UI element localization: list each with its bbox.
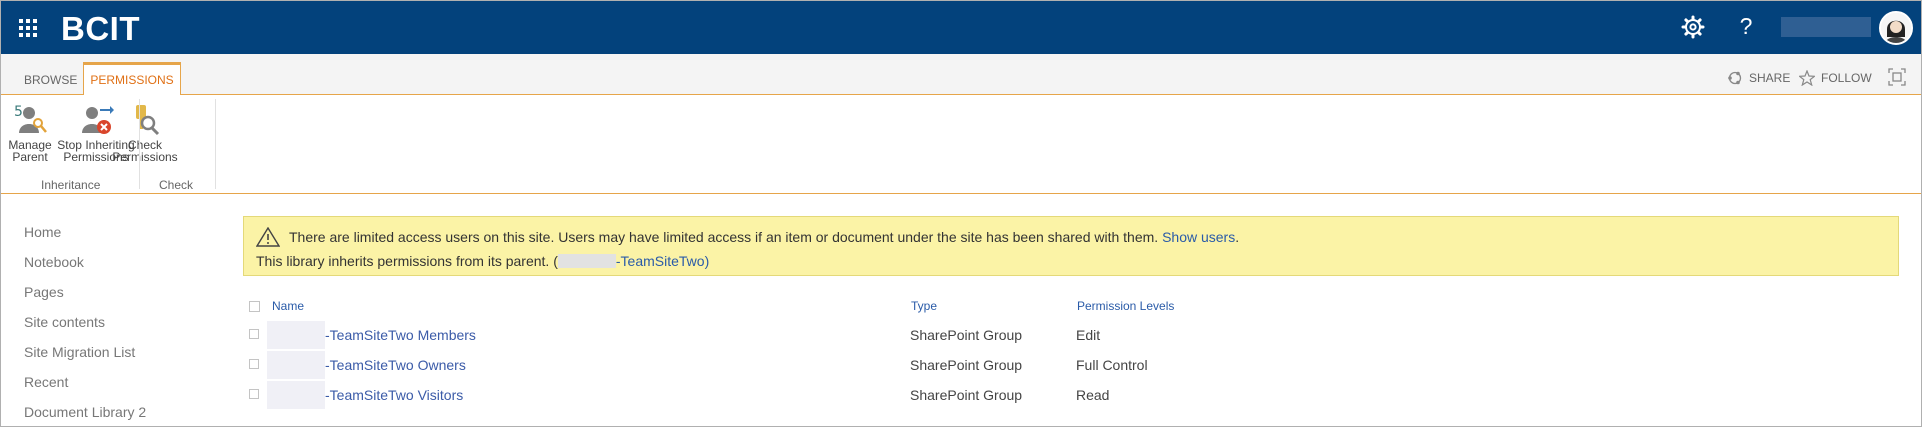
avatar[interactable] bbox=[1879, 11, 1913, 45]
group-name-link[interactable]: -TeamSiteTwo Members bbox=[325, 327, 476, 343]
nav-item-site-contents[interactable]: Site contents bbox=[24, 313, 146, 343]
share-button[interactable]: SHARE bbox=[1727, 70, 1790, 86]
inherit-text: This library inherits permissions from i… bbox=[256, 253, 558, 269]
redacted-name-prefix bbox=[267, 321, 325, 349]
left-navigation: Home Notebook Pages Site contents Site M… bbox=[24, 223, 146, 427]
table-row[interactable]: -TeamSiteTwo Owners SharePoint Group Ful… bbox=[249, 351, 1549, 381]
check-permissions-label-2: Permissions bbox=[112, 150, 178, 164]
limited-access-banner: There are limited access users on this s… bbox=[243, 216, 1899, 276]
inherit-message: This library inherits permissions from i… bbox=[256, 253, 709, 269]
row-checkbox[interactable] bbox=[249, 389, 259, 399]
manage-parent-button[interactable]: 5 Manage Parent bbox=[5, 103, 55, 163]
ribbon-group-separator bbox=[139, 99, 140, 189]
banner-period: . bbox=[1235, 229, 1240, 245]
column-header-permission-levels[interactable]: Permission Levels bbox=[1077, 299, 1174, 313]
nav-item-pages[interactable]: Pages bbox=[24, 283, 146, 313]
permission-level: Edit bbox=[1076, 327, 1101, 343]
banner-message: There are limited access users on this s… bbox=[289, 229, 1239, 245]
redacted-name-prefix bbox=[267, 351, 325, 379]
column-header-name[interactable]: Name bbox=[272, 299, 304, 313]
group-name-link[interactable]: -TeamSiteTwo Owners bbox=[325, 357, 466, 373]
manage-parent-label-2: Parent bbox=[12, 150, 48, 164]
share-icon bbox=[1728, 71, 1742, 85]
table-row[interactable]: -TeamSiteTwo Members SharePoint Group Ed… bbox=[249, 321, 1549, 351]
star-icon bbox=[1799, 70, 1815, 86]
nav-item-recent[interactable]: Recent bbox=[24, 373, 146, 403]
focus-on-content-icon[interactable] bbox=[1888, 68, 1906, 86]
check-permissions-button[interactable]: Check Permissions bbox=[111, 103, 179, 163]
stop-inheriting-icon bbox=[78, 103, 114, 137]
group-label-check: Check bbox=[159, 178, 194, 192]
waffle-icon[interactable] bbox=[19, 19, 37, 37]
nav-item-site-migration-list[interactable]: Site Migration List bbox=[24, 343, 146, 373]
group-type: SharePoint Group bbox=[910, 327, 1023, 343]
row-checkbox[interactable] bbox=[249, 359, 259, 369]
parent-site-link[interactable]: -TeamSiteTwo) bbox=[616, 253, 709, 269]
follow-label: FOLLOW bbox=[1821, 71, 1872, 85]
ribbon-group-separator bbox=[215, 99, 216, 189]
redacted-parent-prefix bbox=[557, 254, 616, 268]
show-users-link[interactable]: Show users bbox=[1162, 229, 1235, 245]
nav-item-document-library-2[interactable]: Document Library 2 bbox=[24, 403, 146, 427]
user-name-redacted[interactable] bbox=[1781, 17, 1871, 37]
check-permissions-icon bbox=[127, 103, 163, 137]
help-icon[interactable]: ? bbox=[1735, 13, 1757, 40]
group-label-inheritance: Inheritance bbox=[41, 178, 101, 192]
group-name-link[interactable]: -TeamSiteTwo Visitors bbox=[325, 387, 463, 403]
brand-logo[interactable]: BCIT bbox=[61, 10, 140, 48]
ribbon-tab-row: BROWSE PERMISSIONS SHARE FOLLOW bbox=[1, 54, 1921, 95]
row-checkbox[interactable] bbox=[249, 329, 259, 339]
manage-parent-icon: 5 bbox=[12, 103, 48, 137]
permission-level: Read bbox=[1076, 387, 1110, 403]
table-row[interactable]: -TeamSiteTwo Visitors SharePoint Group R… bbox=[249, 381, 1549, 411]
svg-text:5: 5 bbox=[14, 104, 23, 120]
column-header-type[interactable]: Type bbox=[911, 299, 937, 313]
follow-button[interactable]: FOLLOW bbox=[1799, 70, 1872, 86]
banner-text: There are limited access users on this s… bbox=[289, 229, 1159, 245]
nav-item-home[interactable]: Home bbox=[24, 223, 146, 253]
group-type: SharePoint Group bbox=[910, 357, 1023, 373]
group-type: SharePoint Group bbox=[910, 387, 1023, 403]
select-all-checkbox[interactable] bbox=[249, 301, 260, 312]
warning-icon bbox=[255, 226, 281, 247]
ribbon: 5 Manage Parent Stop Inheriting Permissi… bbox=[1, 95, 1921, 194]
tab-browse[interactable]: BROWSE bbox=[24, 73, 77, 87]
nav-item-notebook[interactable]: Notebook bbox=[24, 253, 146, 283]
permission-level: Full Control bbox=[1076, 357, 1148, 373]
suite-bar: BCIT ? bbox=[1, 1, 1921, 54]
redacted-name-prefix bbox=[267, 381, 325, 409]
tab-permissions[interactable]: PERMISSIONS bbox=[83, 62, 181, 95]
share-label: SHARE bbox=[1749, 71, 1791, 85]
gear-icon[interactable] bbox=[1681, 15, 1705, 39]
